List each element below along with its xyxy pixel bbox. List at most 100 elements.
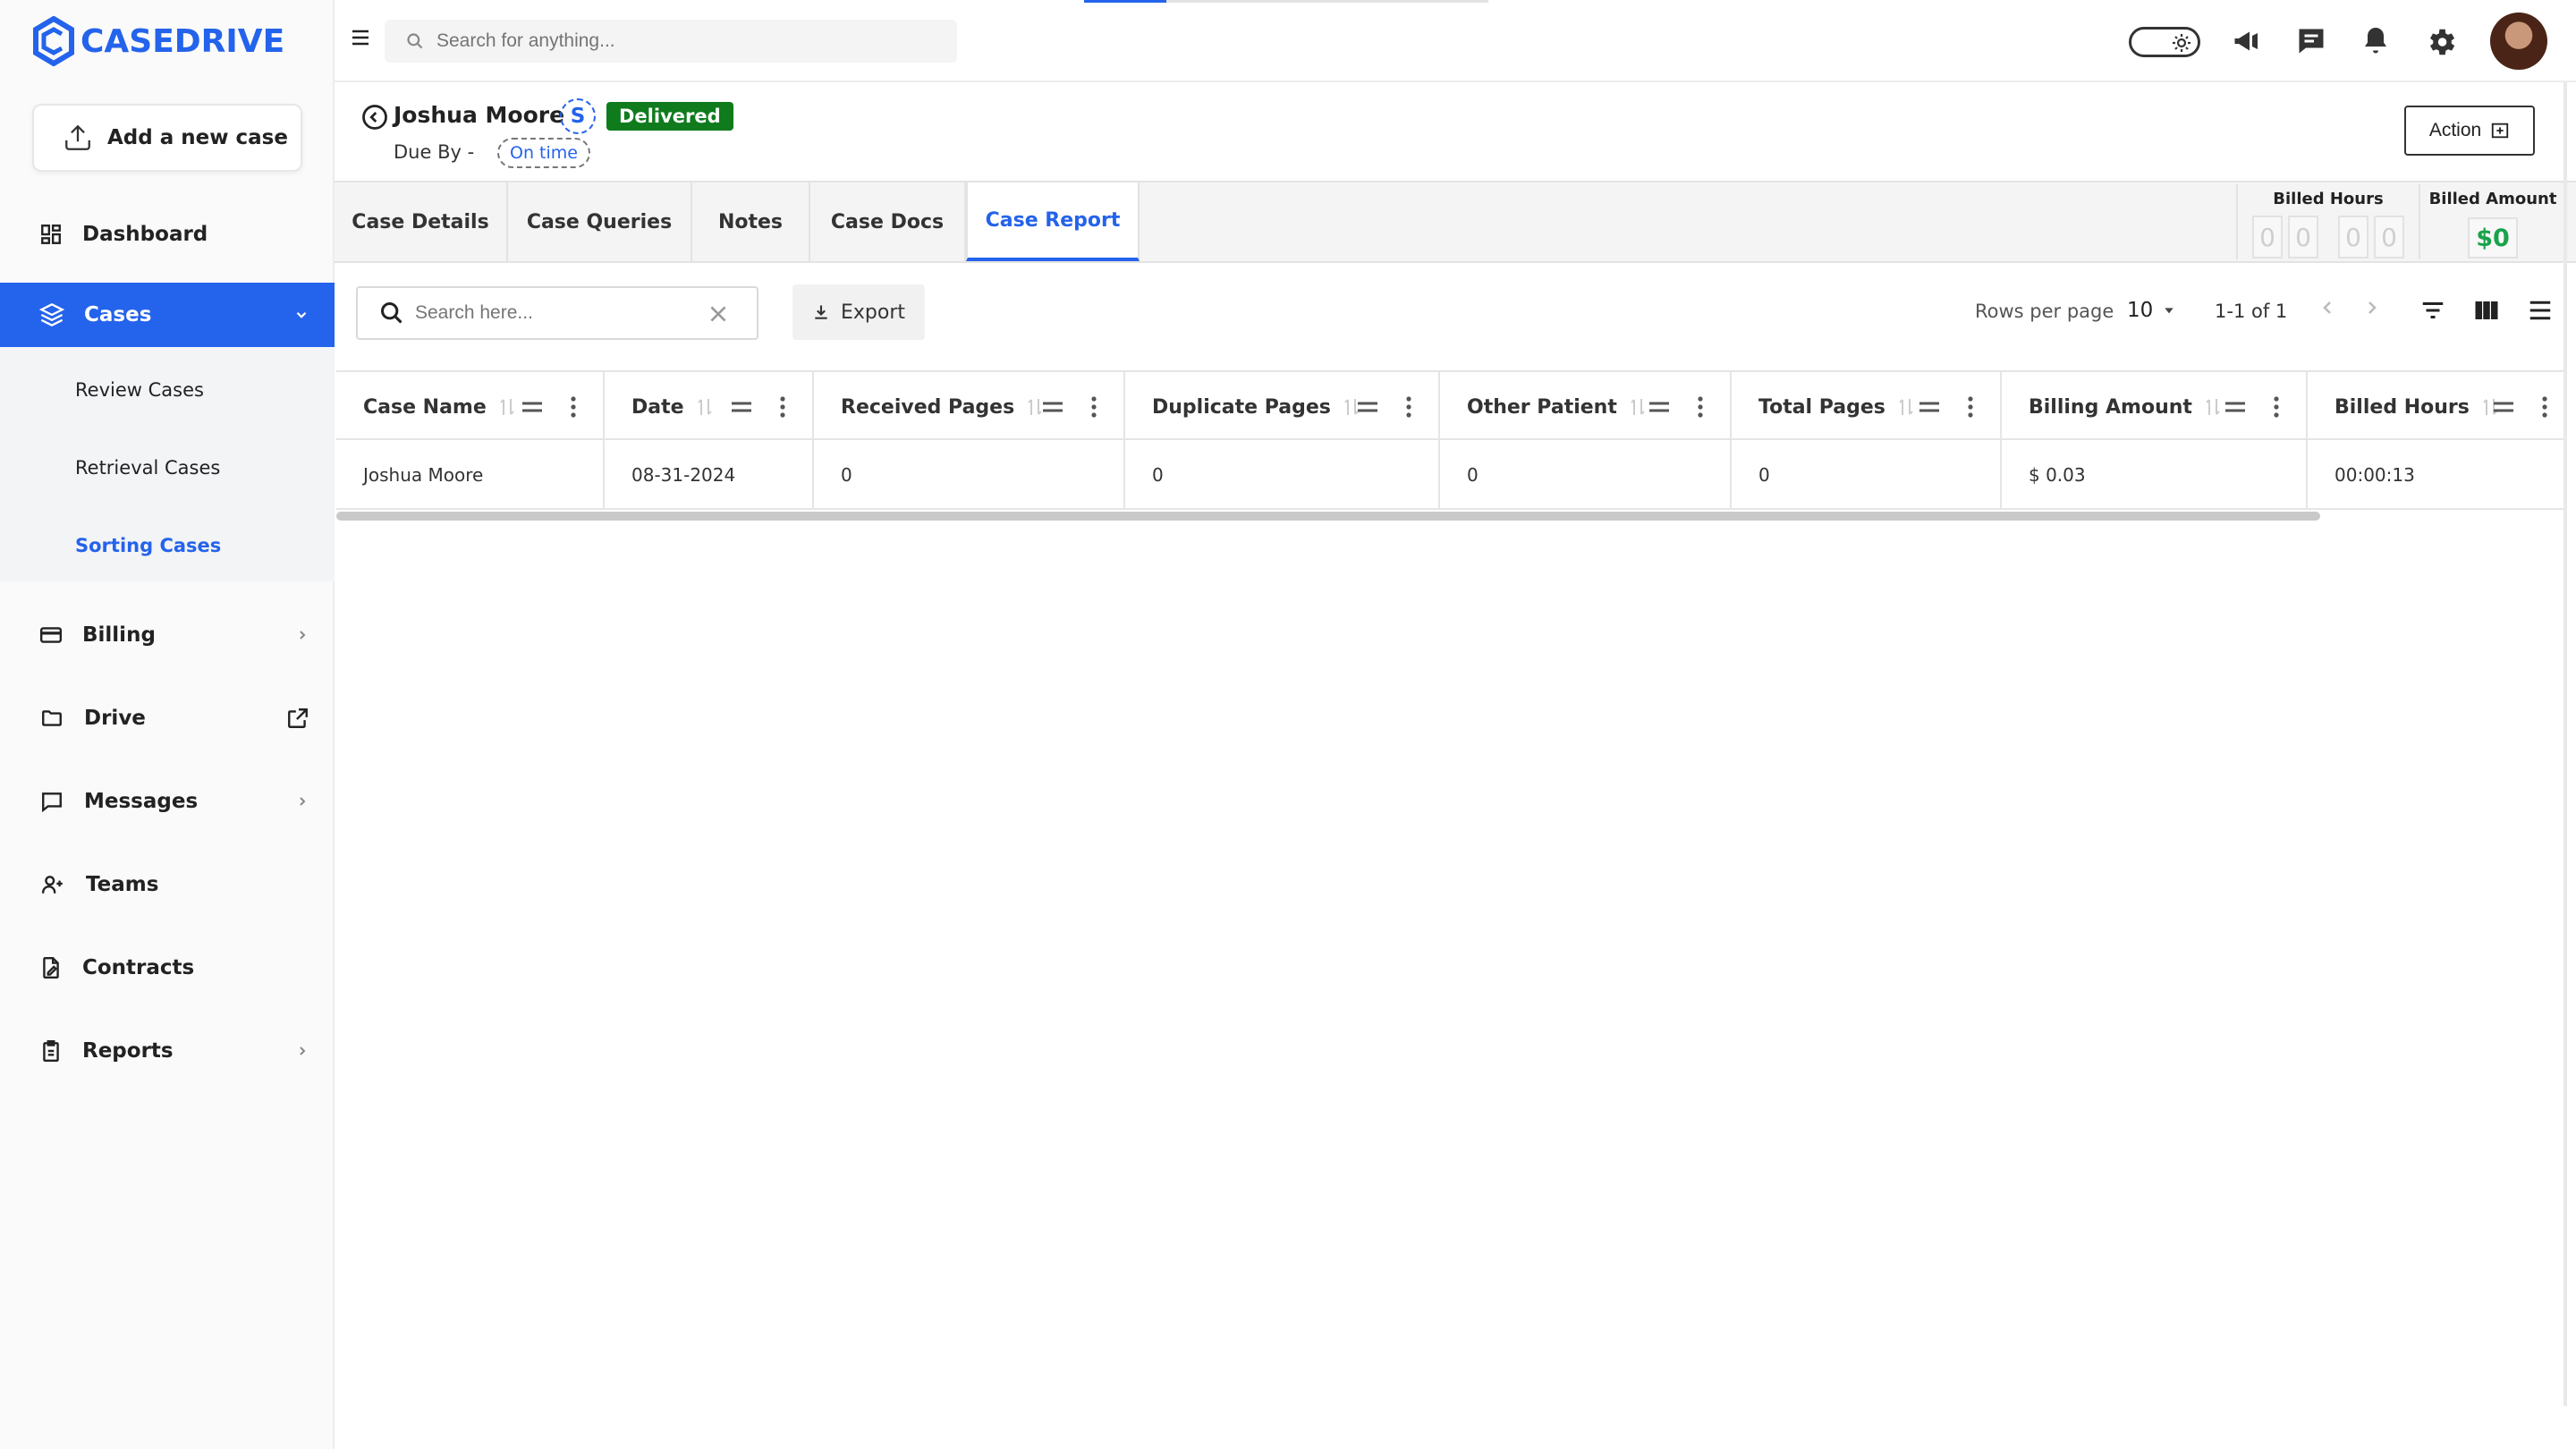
tab-case-details[interactable]: Case Details xyxy=(335,182,508,261)
drag-handle-icon[interactable] xyxy=(1918,398,1941,416)
submenu-sorting-cases[interactable]: Sorting Cases xyxy=(75,535,221,556)
global-search-input[interactable] xyxy=(436,30,937,52)
billed-amount-value: $0 xyxy=(2468,217,2518,258)
filter-icon[interactable] xyxy=(2419,297,2447,324)
column-header-billing-amount[interactable]: Billing Amount xyxy=(2002,372,2308,442)
chat-icon[interactable] xyxy=(2295,25,2327,57)
horizontal-scrollbar[interactable] xyxy=(336,512,2320,521)
sidebar-item-messages[interactable]: Messages xyxy=(0,769,335,834)
drag-handle-icon[interactable] xyxy=(1041,398,1064,416)
column-header-label: Received Pages xyxy=(841,395,1015,419)
sidebar-item-label: Drive xyxy=(84,707,146,730)
vertical-scrollbar[interactable] xyxy=(2563,82,2567,1406)
drag-handle-icon[interactable] xyxy=(1356,398,1379,416)
sidebar-item-teams[interactable]: Teams xyxy=(0,852,335,917)
chevron-right-icon[interactable] xyxy=(295,628,309,642)
tab-case-docs[interactable]: Case Docs xyxy=(810,182,966,261)
tab-case-report[interactable]: Case Report xyxy=(966,182,1140,261)
columns-icon[interactable] xyxy=(2472,297,2501,324)
density-icon[interactable] xyxy=(2526,297,2555,324)
drag-handle-icon[interactable] xyxy=(521,398,544,416)
column-header-billed-hours[interactable]: Billed Hours xyxy=(2308,372,2565,442)
sidebar-item-dashboard[interactable]: Dashboard xyxy=(0,202,335,267)
sidebar-item-billing[interactable]: Billing xyxy=(0,603,335,667)
column-header-received-pages[interactable]: Received Pages xyxy=(814,372,1125,442)
column-menu-icon[interactable] xyxy=(2542,396,2547,418)
sidebar-item-contracts[interactable]: Contracts xyxy=(0,936,335,1000)
sidebar-item-cases[interactable]: Cases xyxy=(0,283,335,347)
billed-hours-digit: 0 xyxy=(2374,216,2404,258)
sidebar-item-reports[interactable]: Reports xyxy=(0,1019,335,1083)
table-row[interactable]: Joshua Moore 08-31-2024 0 0 0 0 $ 0.03 0… xyxy=(336,440,2565,510)
sort-icon[interactable] xyxy=(1630,397,1646,417)
chevron-right-icon[interactable] xyxy=(295,794,309,809)
global-search[interactable] xyxy=(385,20,957,63)
menu-toggle-icon[interactable] xyxy=(349,27,372,48)
case-report-table: Case Name Date Received Pages Duplicate … xyxy=(336,370,2565,510)
action-button[interactable]: Action xyxy=(2404,106,2535,156)
submenu-retrieval-cases[interactable]: Retrieval Cases xyxy=(75,457,220,479)
add-new-case-label: Add a new case xyxy=(107,126,288,149)
column-menu-icon[interactable] xyxy=(1698,396,1703,418)
column-header-total-pages[interactable]: Total Pages xyxy=(1732,372,2002,442)
column-header-date[interactable]: Date xyxy=(605,372,814,442)
cell-other-patient: 0 xyxy=(1440,440,1732,510)
cell-billing-amount: $ 0.03 xyxy=(2002,440,2308,510)
settings-gear-icon[interactable] xyxy=(2424,25,2458,59)
sidebar: CASEDRIVE Add a new case Dashboard Cases… xyxy=(0,0,335,1449)
tab-notes[interactable]: Notes xyxy=(692,182,810,261)
table-search-input[interactable] xyxy=(415,302,701,324)
export-button[interactable]: Export xyxy=(792,284,925,340)
tab-case-queries[interactable]: Case Queries xyxy=(508,182,692,261)
user-avatar[interactable] xyxy=(2490,13,2547,70)
sidebar-item-label: Messages xyxy=(84,790,199,813)
clear-search-icon[interactable] xyxy=(707,302,730,326)
rows-per-page-select[interactable]: 10 xyxy=(2127,299,2176,322)
brand-logo[interactable]: CASEDRIVE xyxy=(32,14,284,68)
column-menu-icon[interactable] xyxy=(1406,396,1411,418)
bell-icon[interactable] xyxy=(2360,25,2392,57)
sort-icon[interactable] xyxy=(2205,397,2221,417)
table-search[interactable] xyxy=(356,286,758,340)
column-menu-icon[interactable] xyxy=(2274,396,2279,418)
drag-handle-icon[interactable] xyxy=(1648,398,1671,416)
users-icon xyxy=(41,876,63,894)
back-arrow-icon[interactable] xyxy=(361,104,388,131)
sort-icon[interactable] xyxy=(499,397,515,417)
next-page-icon[interactable] xyxy=(2361,297,2383,318)
brand-name: CASEDRIVE xyxy=(80,22,285,60)
drag-handle-icon[interactable] xyxy=(2224,398,2247,416)
column-menu-icon[interactable] xyxy=(1968,396,1973,418)
rows-per-page-label: Rows per page xyxy=(1975,301,2114,322)
contract-icon xyxy=(43,956,59,979)
drag-handle-icon[interactable] xyxy=(2492,398,2515,416)
page-load-progress xyxy=(1084,0,1488,3)
theme-toggle[interactable] xyxy=(2129,27,2200,57)
megaphone-icon[interactable] xyxy=(2231,25,2263,57)
column-header-duplicate-pages[interactable]: Duplicate Pages xyxy=(1125,372,1440,442)
column-menu-icon[interactable] xyxy=(1091,396,1097,418)
credit-card-icon xyxy=(39,627,63,643)
drag-handle-icon[interactable] xyxy=(730,398,753,416)
column-header-case-name[interactable]: Case Name xyxy=(336,372,605,442)
submenu-review-cases[interactable]: Review Cases xyxy=(75,379,204,401)
column-menu-icon[interactable] xyxy=(780,396,785,418)
sidebar-item-label: Cases xyxy=(84,303,152,326)
column-menu-icon[interactable] xyxy=(571,396,576,418)
previous-page-icon[interactable] xyxy=(2317,297,2338,318)
add-new-case-button[interactable]: Add a new case xyxy=(32,104,302,172)
sidebar-item-label: Contracts xyxy=(82,956,195,979)
column-header-label: Other Patient xyxy=(1467,395,1617,419)
sidebar-item-drive[interactable]: Drive xyxy=(0,686,335,750)
chevron-down-icon[interactable] xyxy=(293,307,309,323)
due-by-label: Due By - xyxy=(394,141,475,163)
sort-icon[interactable] xyxy=(697,397,713,417)
sort-icon[interactable] xyxy=(1898,397,1914,417)
case-title: Joshua Moore xyxy=(394,102,565,128)
external-link-icon[interactable] xyxy=(286,707,309,730)
column-header-label: Total Pages xyxy=(1758,395,1885,419)
download-icon xyxy=(815,305,827,319)
column-header-other-patient[interactable]: Other Patient xyxy=(1440,372,1732,442)
cases-submenu: Review Cases Retrieval Cases Sorting Cas… xyxy=(0,347,335,581)
chevron-right-icon[interactable] xyxy=(295,1044,309,1058)
